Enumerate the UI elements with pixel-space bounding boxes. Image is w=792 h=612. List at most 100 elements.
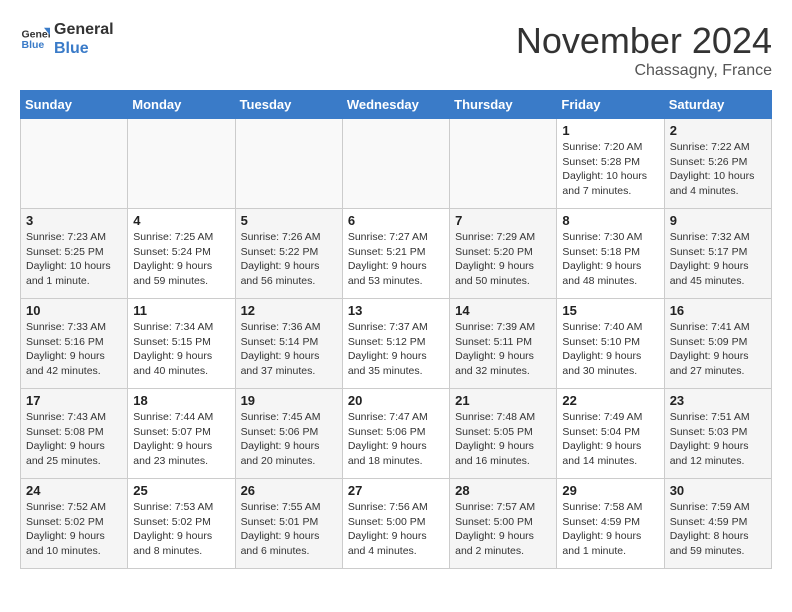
calendar-cell-w2-d6: 9 Sunrise: 7:32 AM Sunset: 5:17 PM Daylig… <box>664 209 771 299</box>
day-number: 16 <box>670 303 766 318</box>
day-info: Sunrise: 7:55 AM Sunset: 5:01 PM Dayligh… <box>241 500 337 559</box>
calendar-cell-w4-d6: 23 Sunrise: 7:51 AM Sunset: 5:03 PM Dayli… <box>664 389 771 479</box>
day-info: Sunrise: 7:23 AM Sunset: 5:25 PM Dayligh… <box>26 230 122 289</box>
calendar-cell-w4-d2: 19Sunrise: 7:45 AM Sunset: 5:06 PM Dayli… <box>235 389 342 479</box>
day-number: 30 <box>670 483 766 498</box>
calendar-header-row: Sunday Monday Tuesday Wednesday Thursday… <box>21 91 772 119</box>
day-number: 9 <box>670 213 766 228</box>
day-info: Sunrise: 7:32 AM Sunset: 5:17 PM Dayligh… <box>670 230 766 289</box>
calendar-cell-w3-d0: 10 Sunrise: 7:33 AM Sunset: 5:16 PM Dayli… <box>21 299 128 389</box>
page-header: General Blue General Blue November 2024 … <box>20 20 772 80</box>
svg-text:Blue: Blue <box>22 39 45 51</box>
day-info: Sunrise: 7:41 AM Sunset: 5:09 PM Dayligh… <box>670 320 766 379</box>
day-info: Sunrise: 7:59 AM Sunset: 4:59 PM Dayligh… <box>670 500 766 559</box>
day-number: 22 <box>562 393 658 408</box>
calendar-cell-w5-d5: 29 Sunrise: 7:58 AM Sunset: 4:59 PM Dayli… <box>557 479 664 569</box>
day-info: Sunrise: 7:27 AM Sunset: 5:21 PM Dayligh… <box>348 230 444 289</box>
day-info: Sunrise: 7:58 AM Sunset: 4:59 PM Dayligh… <box>562 500 658 559</box>
logo: General Blue General Blue <box>20 20 114 58</box>
calendar-cell-w3-d1: 11Sunrise: 7:34 AM Sunset: 5:15 PM Dayli… <box>128 299 235 389</box>
calendar-cell-w3-d4: 14Sunrise: 7:39 AM Sunset: 5:11 PM Dayli… <box>450 299 557 389</box>
calendar-cell-w4-d1: 18 Sunrise: 7:44 AM Sunset: 5:07 PM Dayli… <box>128 389 235 479</box>
calendar-cell-w5-d6: 30 Sunrise: 7:59 AM Sunset: 4:59 PM Dayli… <box>664 479 771 569</box>
calendar-cell-w2-d4: 7 Sunrise: 7:29 AM Sunset: 5:20 PM Daylig… <box>450 209 557 299</box>
day-info: Sunrise: 7:30 AM Sunset: 5:18 PM Dayligh… <box>562 230 658 289</box>
calendar-cell-w2-d3: 6 Sunrise: 7:27 AM Sunset: 5:21 PM Daylig… <box>342 209 449 299</box>
day-info: Sunrise: 7:43 AM Sunset: 5:08 PM Dayligh… <box>26 410 122 469</box>
header-saturday: Saturday <box>664 91 771 119</box>
header-friday: Friday <box>557 91 664 119</box>
calendar-week-5: 24 Sunrise: 7:52 AM Sunset: 5:02 PM Dayli… <box>21 479 772 569</box>
day-info: Sunrise: 7:37 AM Sunset: 5:12 PM Dayligh… <box>348 320 444 379</box>
calendar-cell-w4-d3: 20Sunrise: 7:47 AM Sunset: 5:06 PM Dayli… <box>342 389 449 479</box>
day-number: 29 <box>562 483 658 498</box>
day-number: 18 <box>133 393 229 408</box>
calendar-week-3: 10 Sunrise: 7:33 AM Sunset: 5:16 PM Dayli… <box>21 299 772 389</box>
day-number: 28 <box>455 483 551 498</box>
calendar-cell-w2-d1: 4Sunrise: 7:25 AM Sunset: 5:24 PM Daylig… <box>128 209 235 299</box>
day-number: 2 <box>670 123 766 138</box>
calendar-cell-w3-d3: 13Sunrise: 7:37 AM Sunset: 5:12 PM Dayli… <box>342 299 449 389</box>
day-number: 7 <box>455 213 551 228</box>
header-wednesday: Wednesday <box>342 91 449 119</box>
day-info: Sunrise: 7:52 AM Sunset: 5:02 PM Dayligh… <box>26 500 122 559</box>
day-number: 3 <box>26 213 122 228</box>
day-number: 14 <box>455 303 551 318</box>
calendar-cell-w2-d2: 5Sunrise: 7:26 AM Sunset: 5:22 PM Daylig… <box>235 209 342 299</box>
day-number: 17 <box>26 393 122 408</box>
day-info: Sunrise: 7:33 AM Sunset: 5:16 PM Dayligh… <box>26 320 122 379</box>
calendar-week-1: 1Sunrise: 7:20 AM Sunset: 5:28 PM Daylig… <box>21 119 772 209</box>
day-number: 12 <box>241 303 337 318</box>
calendar-cell-w3-d6: 16 Sunrise: 7:41 AM Sunset: 5:09 PM Dayli… <box>664 299 771 389</box>
calendar-week-4: 17 Sunrise: 7:43 AM Sunset: 5:08 PM Dayli… <box>21 389 772 479</box>
calendar-cell-w1-d5: 1Sunrise: 7:20 AM Sunset: 5:28 PM Daylig… <box>557 119 664 209</box>
calendar-cell-w4-d0: 17 Sunrise: 7:43 AM Sunset: 5:08 PM Dayli… <box>21 389 128 479</box>
day-number: 27 <box>348 483 444 498</box>
day-number: 8 <box>562 213 658 228</box>
calendar-cell-w5-d4: 28 Sunrise: 7:57 AM Sunset: 5:00 PM Dayli… <box>450 479 557 569</box>
logo-line2: Blue <box>54 39 114 58</box>
day-info: Sunrise: 7:25 AM Sunset: 5:24 PM Dayligh… <box>133 230 229 289</box>
calendar-cell-w4-d4: 21Sunrise: 7:48 AM Sunset: 5:05 PM Dayli… <box>450 389 557 479</box>
day-info: Sunrise: 7:34 AM Sunset: 5:15 PM Dayligh… <box>133 320 229 379</box>
day-number: 23 <box>670 393 766 408</box>
calendar-cell-w1-d2 <box>235 119 342 209</box>
calendar-cell-w1-d0 <box>21 119 128 209</box>
day-info: Sunrise: 7:56 AM Sunset: 5:00 PM Dayligh… <box>348 500 444 559</box>
calendar-cell-w1-d3 <box>342 119 449 209</box>
day-number: 21 <box>455 393 551 408</box>
day-info: Sunrise: 7:22 AM Sunset: 5:26 PM Dayligh… <box>670 140 766 199</box>
calendar-cell-w3-d2: 12 Sunrise: 7:36 AM Sunset: 5:14 PM Dayli… <box>235 299 342 389</box>
day-info: Sunrise: 7:57 AM Sunset: 5:00 PM Dayligh… <box>455 500 551 559</box>
day-number: 6 <box>348 213 444 228</box>
calendar-cell-w5-d0: 24 Sunrise: 7:52 AM Sunset: 5:02 PM Dayli… <box>21 479 128 569</box>
calendar-cell-w5-d2: 26 Sunrise: 7:55 AM Sunset: 5:01 PM Dayli… <box>235 479 342 569</box>
calendar-cell-w2-d0: 3 Sunrise: 7:23 AM Sunset: 5:25 PM Daylig… <box>21 209 128 299</box>
header-tuesday: Tuesday <box>235 91 342 119</box>
day-number: 10 <box>26 303 122 318</box>
logo-line1: General <box>54 20 114 39</box>
day-info: Sunrise: 7:36 AM Sunset: 5:14 PM Dayligh… <box>241 320 337 379</box>
day-number: 26 <box>241 483 337 498</box>
day-number: 1 <box>562 123 658 138</box>
calendar-cell-w4-d5: 22 Sunrise: 7:49 AM Sunset: 5:04 PM Dayli… <box>557 389 664 479</box>
title-block: November 2024 Chassagny, France <box>516 20 772 80</box>
calendar-week-2: 3 Sunrise: 7:23 AM Sunset: 5:25 PM Daylig… <box>21 209 772 299</box>
calendar-cell-w5-d3: 27 Sunrise: 7:56 AM Sunset: 5:00 PM Dayli… <box>342 479 449 569</box>
calendar-cell-w1-d1 <box>128 119 235 209</box>
logo-icon: General Blue <box>20 24 50 54</box>
day-number: 25 <box>133 483 229 498</box>
day-number: 5 <box>241 213 337 228</box>
calendar-table: Sunday Monday Tuesday Wednesday Thursday… <box>20 90 772 569</box>
day-number: 20 <box>348 393 444 408</box>
calendar-cell-w5-d1: 25Sunrise: 7:53 AM Sunset: 5:02 PM Dayli… <box>128 479 235 569</box>
day-number: 15 <box>562 303 658 318</box>
day-info: Sunrise: 7:40 AM Sunset: 5:10 PM Dayligh… <box>562 320 658 379</box>
day-info: Sunrise: 7:49 AM Sunset: 5:04 PM Dayligh… <box>562 410 658 469</box>
day-info: Sunrise: 7:29 AM Sunset: 5:20 PM Dayligh… <box>455 230 551 289</box>
calendar-cell-w1-d6: 2 Sunrise: 7:22 AM Sunset: 5:26 PM Daylig… <box>664 119 771 209</box>
day-number: 24 <box>26 483 122 498</box>
day-info: Sunrise: 7:44 AM Sunset: 5:07 PM Dayligh… <box>133 410 229 469</box>
day-info: Sunrise: 7:51 AM Sunset: 5:03 PM Dayligh… <box>670 410 766 469</box>
day-number: 19 <box>241 393 337 408</box>
